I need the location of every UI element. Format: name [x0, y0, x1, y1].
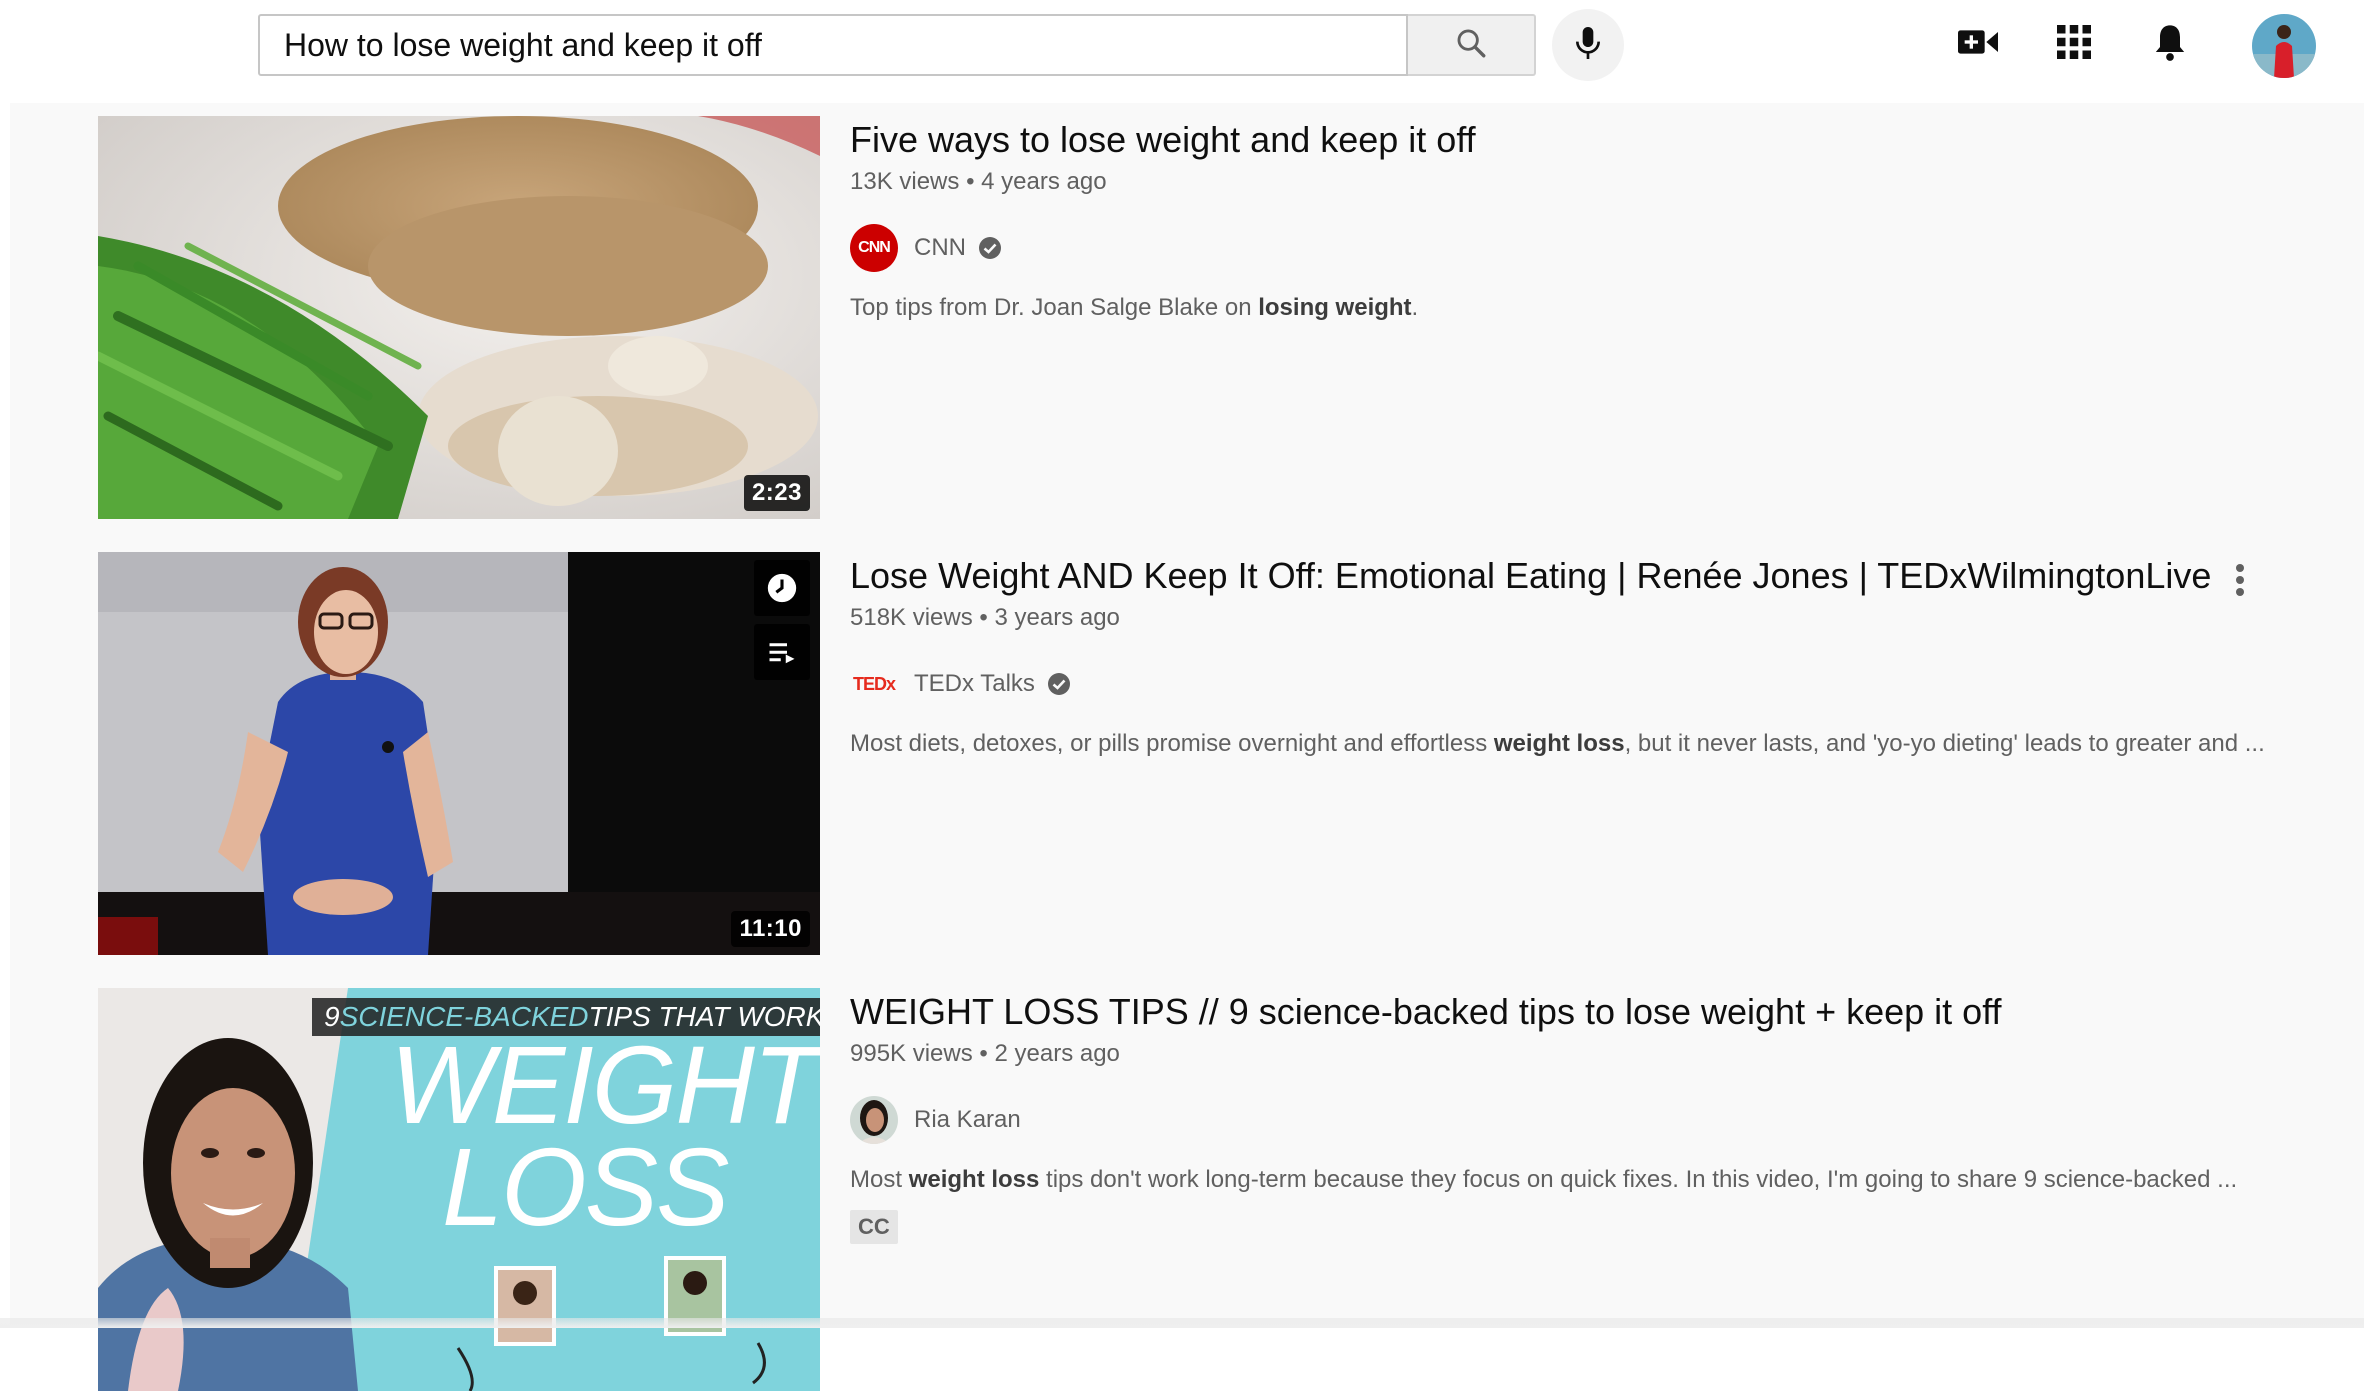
mic-icon: [1572, 25, 1604, 66]
video-description: Most diets, detoxes, or pills promise ov…: [850, 730, 2265, 757]
channel-name: Ria Karan: [914, 1106, 1021, 1133]
video-meta: 13K views • 4 years ago: [850, 166, 2250, 198]
search-box[interactable]: [258, 14, 1408, 76]
meta-separator: •: [979, 604, 988, 631]
channel-avatar-tedx: TEDx: [850, 660, 898, 708]
search-button[interactable]: [1408, 14, 1536, 76]
video-title[interactable]: Lose Weight AND Keep It Off: Emotional E…: [850, 552, 2250, 600]
video-thumbnail[interactable]: 9 SCIENCE-BACKED TIPS THAT WORK WEIGHT L…: [98, 988, 820, 1391]
watch-later-button[interactable]: [754, 560, 810, 616]
video-duration: 11:10: [731, 911, 810, 947]
search-input[interactable]: [260, 16, 1406, 74]
channel-link[interactable]: CNN CNN: [850, 224, 2250, 272]
clock-icon: [765, 571, 799, 605]
video-description: Top tips from Dr. Joan Salge Blake on lo…: [850, 294, 1419, 321]
bell-icon: [2153, 22, 2187, 67]
view-count: 518K views: [850, 604, 973, 631]
upload-age: 4 years ago: [981, 168, 1107, 195]
tedx-logo-text: TEDx: [852, 673, 896, 694]
more-actions-button[interactable]: [2228, 556, 2252, 604]
search-results: 2:23 Five ways to lose weight and keep i…: [10, 103, 2364, 1391]
channel-avatar-cnn: CNN: [850, 224, 898, 272]
channel-name: CNN: [914, 234, 966, 261]
notifications-button[interactable]: [2146, 20, 2194, 68]
kebab-dot: [2236, 588, 2244, 596]
channel-avatar-ria-karan: [850, 1096, 898, 1144]
apps-button[interactable]: [2050, 20, 2098, 68]
upload-age: 3 years ago: [994, 604, 1120, 631]
view-count: 13K views: [850, 168, 960, 195]
view-count: 995K views: [850, 1040, 973, 1067]
queue-icon: [767, 639, 797, 665]
closed-captions-badge: CC: [850, 1210, 898, 1244]
video-thumbnail[interactable]: 11:10: [98, 552, 820, 955]
verified-icon: [1047, 672, 1071, 696]
video-info: WEIGHT LOSS TIPS // 9 science-backed tip…: [850, 988, 2250, 1244]
create-video-button[interactable]: [1954, 20, 2002, 68]
apps-grid-icon: [2057, 24, 2091, 64]
thumbnail-weight-text: WEIGHT: [390, 1024, 820, 1147]
channel-link[interactable]: TEDx TEDx Talks: [850, 660, 2250, 708]
add-to-queue-button[interactable]: [754, 624, 810, 680]
verified-icon: [978, 236, 1002, 260]
channel-link[interactable]: Ria Karan: [850, 1096, 2250, 1144]
avatar[interactable]: [2252, 14, 2316, 78]
masthead: [0, 0, 2364, 103]
meta-separator: •: [979, 1040, 988, 1067]
kebab-dot: [2236, 576, 2244, 584]
video-title[interactable]: WEIGHT LOSS TIPS // 9 science-backed tip…: [850, 988, 2250, 1036]
video-meta: 995K views • 2 years ago: [850, 1038, 2250, 1070]
video-info: Five ways to lose weight and keep it off…: [850, 116, 2250, 326]
create-video-icon: [1958, 27, 1998, 62]
video-title[interactable]: Five ways to lose weight and keep it off: [850, 116, 2250, 164]
upload-age: 2 years ago: [994, 1040, 1120, 1067]
video-thumbnail[interactable]: 2:23: [98, 116, 820, 519]
voice-search-button[interactable]: [1552, 9, 1624, 81]
video-duration: 2:23: [743, 475, 810, 511]
search-icon: [1454, 26, 1488, 65]
meta-separator: •: [966, 168, 975, 195]
thumbnail-loss-text: LOSS: [442, 1126, 729, 1249]
video-description: Most weight loss tips don't work long-te…: [850, 1166, 2238, 1193]
cnn-logo-text: CNN: [858, 239, 891, 256]
video-info: Lose Weight AND Keep It Off: Emotional E…: [850, 552, 2265, 762]
video-meta: 518K views • 3 years ago: [850, 602, 2250, 634]
channel-name: TEDx Talks: [914, 670, 1035, 697]
bottom-edge: [0, 1318, 2364, 1328]
kebab-dot: [2236, 564, 2244, 572]
